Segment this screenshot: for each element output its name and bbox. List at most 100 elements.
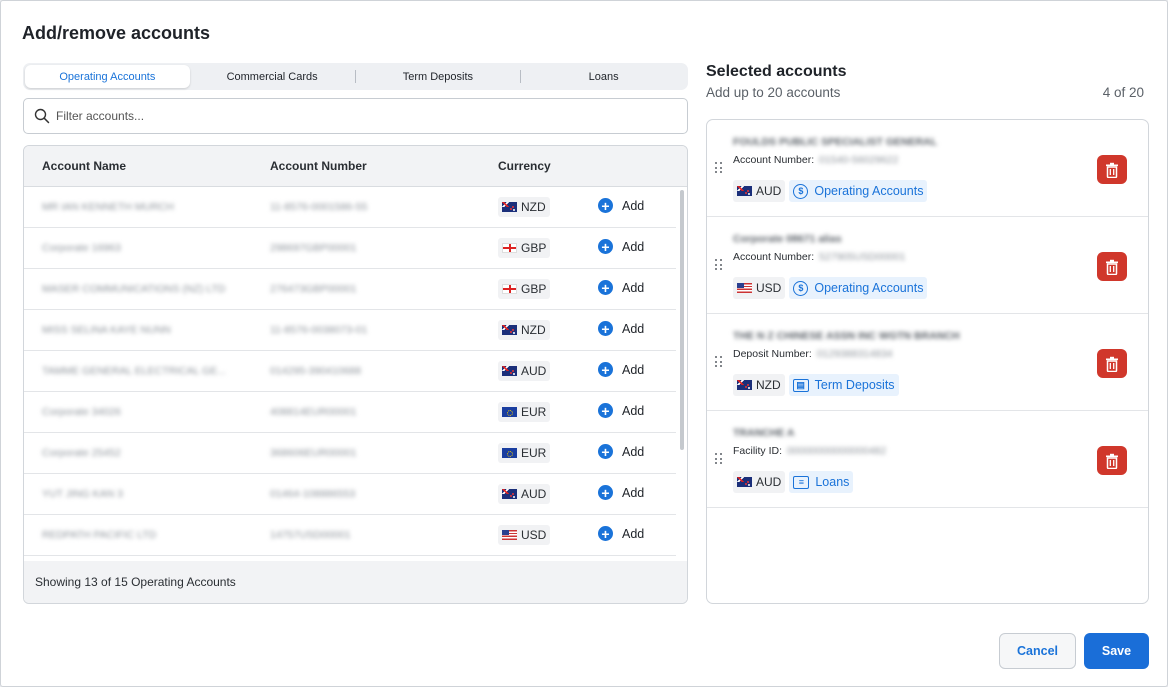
add-label: Add xyxy=(622,321,645,336)
gbp-flag-icon xyxy=(502,284,517,294)
currency-code: NZD xyxy=(521,323,546,337)
account-name-cell: REDPATH PACIFIC LTD xyxy=(42,529,157,541)
id-value: 01540-56029622 xyxy=(819,154,899,166)
add-account-button[interactable]: + Add xyxy=(598,280,644,295)
remove-account-button[interactable] xyxy=(1097,252,1127,281)
table-scrollbar[interactable] xyxy=(680,190,684,561)
selected-account-card: THE N Z CHINESE ASSN INC WGTN BRANCH Depo… xyxy=(707,314,1148,411)
currency-code: EUR xyxy=(521,405,547,419)
filter-accounts-field[interactable] xyxy=(23,98,688,134)
table-row: Corporate 16963 298697GBP00001 GBP + Add xyxy=(24,228,676,269)
selected-count: 4 of 20 xyxy=(1102,85,1144,100)
tab-loans[interactable]: Loans xyxy=(521,65,686,88)
add-account-button[interactable]: + Add xyxy=(598,239,644,254)
id-label: Account Number: xyxy=(733,154,815,166)
aud-flag-icon xyxy=(737,186,752,196)
table-row: MASER COMMUNICATIONS (NZ) LTD 276473GBP00… xyxy=(24,269,676,310)
plus-circle-icon: + xyxy=(598,280,613,295)
selected-account-card: Corporate 08671 alias Account Number: 527… xyxy=(707,217,1148,314)
save-button[interactable]: Save xyxy=(1084,633,1149,669)
table-row: YUT JING KAN 3 01464-108886553 AUD + Add xyxy=(24,474,676,515)
account-name-cell: YUT JING KAN 3 xyxy=(42,488,123,500)
account-type-tabs: Operating Accounts Commercial Cards Term… xyxy=(23,63,688,90)
add-label: Add xyxy=(622,362,645,377)
id-label: Deposit Number: xyxy=(733,348,812,360)
currency-code: USD xyxy=(756,281,782,295)
account-number-cell: 276473GBP00001 xyxy=(270,283,357,295)
currency-code: GBP xyxy=(521,282,547,296)
filter-accounts-input[interactable] xyxy=(56,109,656,123)
usd-flag-icon xyxy=(737,283,752,293)
plus-circle-icon: + xyxy=(598,485,613,500)
selected-account-card: FOULDS PUBLIC SPECIALIST GENERAL Account … xyxy=(707,120,1148,217)
remove-account-button[interactable] xyxy=(1097,446,1127,475)
account-number-cell: 01464-108886553 xyxy=(270,488,356,500)
selected-account-card: TRANCHE A Facility ID: 00000000000000482 A… xyxy=(707,411,1148,508)
remove-account-button[interactable] xyxy=(1097,349,1127,378)
scrollbar-thumb[interactable] xyxy=(680,190,684,450)
currency-code: AUD xyxy=(756,184,782,198)
eur-flag-icon xyxy=(502,407,517,417)
eur-flag-icon xyxy=(502,448,517,458)
cancel-button[interactable]: Cancel xyxy=(999,633,1076,669)
currency-code: GBP xyxy=(521,241,547,255)
add-account-button[interactable]: + Add xyxy=(598,321,644,336)
plus-circle-icon: + xyxy=(598,321,613,336)
trash-icon xyxy=(1105,453,1119,469)
id-value: 00000000000000482 xyxy=(786,445,887,457)
table-row: TAMME GENERAL ELECTRICAL GE... 014295-390… xyxy=(24,351,676,392)
id-value: 527905USD00001 xyxy=(819,251,906,263)
currency-badge: AUD xyxy=(733,471,786,493)
add-account-button[interactable]: + Add xyxy=(598,444,644,459)
selected-account-name: THE N Z CHINESE ASSN INC WGTN BRANCH xyxy=(733,330,960,342)
drag-handle-icon[interactable] xyxy=(715,356,723,368)
plus-circle-icon: + xyxy=(598,362,613,377)
currency-badge: NZD xyxy=(498,197,550,217)
add-account-button[interactable]: + Add xyxy=(598,403,644,418)
selected-accounts-subtitle: Add up to 20 accounts xyxy=(706,85,841,100)
selected-account-name: FOULDS PUBLIC SPECIALIST GENERAL xyxy=(733,136,938,148)
drag-handle-icon[interactable] xyxy=(715,453,723,465)
selected-account-name: TRANCHE A xyxy=(733,427,795,439)
add-account-button[interactable]: + Add xyxy=(598,198,644,213)
tab-term-deposits[interactable]: Term Deposits xyxy=(356,65,521,88)
currency-badge: AUD xyxy=(733,180,786,202)
loan-icon: ≡ xyxy=(793,475,810,489)
table-row: MR IAN KENNETH MURCH 11-8576-0001586-55 NZ… xyxy=(24,187,676,228)
gbp-flag-icon xyxy=(502,243,517,253)
account-name-cell: Corporate 34026 xyxy=(42,406,121,418)
plus-circle-icon: + xyxy=(598,198,613,213)
currency-badge: AUD xyxy=(498,484,551,504)
drag-handle-icon[interactable] xyxy=(715,162,723,174)
add-account-button[interactable]: + Add xyxy=(598,485,644,500)
trash-icon xyxy=(1105,356,1119,372)
card-tags: AUD $ Operating Accounts xyxy=(733,180,928,202)
account-number-cell: 298697GBP00001 xyxy=(270,242,357,254)
table-body: MR IAN KENNETH MURCH 11-8576-0001586-55 NZ… xyxy=(24,187,687,563)
add-account-button[interactable]: + Add xyxy=(598,526,644,541)
add-label: Add xyxy=(622,526,645,541)
tab-commercial-cards[interactable]: Commercial Cards xyxy=(190,65,355,88)
trash-icon xyxy=(1105,259,1119,275)
table-row: REDPATH PACIFIC LTD 14757USD00001 USD + Add xyxy=(24,515,676,556)
column-header-currency: Currency xyxy=(498,159,551,173)
drag-handle-icon[interactable] xyxy=(715,259,723,271)
selected-account-id: Account Number: 01540-56029622 xyxy=(733,154,898,166)
remove-account-button[interactable] xyxy=(1097,155,1127,184)
nzd-flag-icon xyxy=(502,202,517,212)
add-label: Add xyxy=(622,403,645,418)
add-label: Add xyxy=(622,198,645,213)
tab-operating-accounts[interactable]: Operating Accounts xyxy=(25,65,190,88)
currency-badge: AUD xyxy=(498,361,551,381)
table-row: MISS SELINA KAYE NUNN 11-8576-0038073-01 N… xyxy=(24,310,676,351)
add-account-button[interactable]: + Add xyxy=(598,362,644,377)
currency-code: AUD xyxy=(756,475,782,489)
currency-code: NZD xyxy=(756,378,781,392)
currency-badge: USD xyxy=(498,525,551,545)
add-label: Add xyxy=(622,444,645,459)
currency-code: USD xyxy=(521,528,547,542)
column-header-account-number: Account Number xyxy=(270,159,367,173)
account-name-cell: MASER COMMUNICATIONS (NZ) LTD xyxy=(42,283,226,295)
table-row: Corporate 34026 408814EUR00001 EUR + Add xyxy=(24,392,676,433)
currency-code: AUD xyxy=(521,487,547,501)
